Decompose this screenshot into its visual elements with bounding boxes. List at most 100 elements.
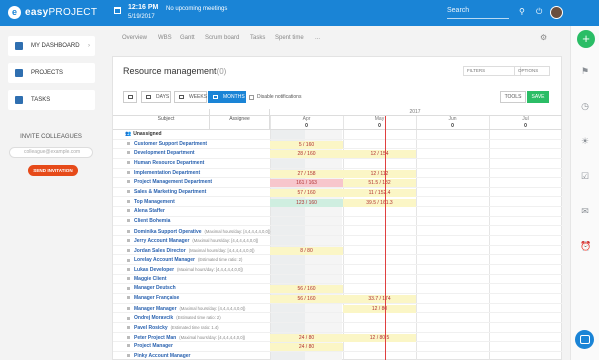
bullet-icon — [127, 161, 130, 165]
row-label: Human Resource Department — [134, 159, 205, 166]
subject-column-header[interactable]: Subject — [123, 109, 210, 129]
resource-name-link[interactable]: Manager Manager (Maximal hours/day: [4,4,… — [127, 304, 245, 314]
current-time: 12:16 PM — [128, 4, 159, 11]
row-label: Alena Staffer — [134, 208, 165, 215]
allocation-cell-apr[interactable]: 57 / 160 — [270, 188, 343, 197]
disable-notifications-toggle[interactable]: Disable notifications — [249, 94, 301, 100]
flag-icon[interactable]: ⚑ — [580, 66, 590, 76]
weeks-view-button[interactable]: WEEKS — [174, 91, 207, 103]
resource-name-link[interactable]: Jerry Account Manager (Maximal hours/day:… — [127, 236, 258, 246]
alarm-icon[interactable]: ⏰ — [580, 241, 591, 251]
allocation-cell-apr[interactable]: 5 / 160 — [270, 140, 343, 149]
tools-button[interactable]: TOOLS — [500, 91, 526, 103]
sidebar-item-label: PROJECTS — [31, 70, 64, 76]
table-row: Maggie Client — [113, 275, 562, 285]
bullet-icon — [127, 296, 130, 300]
allocation-cell-may[interactable]: 12 / 80 — [343, 304, 416, 313]
save-button[interactable]: SAVE — [527, 91, 549, 103]
resource-name-link[interactable]: Sales & Marketing Department — [127, 188, 206, 197]
row-label: Lorelay Account Manager — [134, 257, 195, 264]
resource-name-link[interactable]: Alena Staffer — [127, 207, 165, 216]
table-row: Pavel Rosicky (Estimated time ratio: 1.4) — [113, 323, 562, 333]
tab-overview[interactable]: Overview — [122, 35, 147, 41]
bullet-icon — [127, 219, 130, 223]
resource-name-link[interactable]: Jordan Sales Director (Maximal hours/day:… — [127, 246, 255, 256]
resource-name-link[interactable]: Dominika Support Operative (Maximal hours… — [127, 227, 270, 237]
app-logo[interactable]: e easyPROJECT — [8, 6, 97, 19]
allocation-cell-may[interactable]: 51.5 / 182 — [343, 179, 416, 188]
table-row: Development Department 28 / 160 12 / 154 — [113, 149, 562, 159]
resource-name-link[interactable]: Peter Project Man (Maximal hours/day: [4,… — [127, 333, 245, 343]
logo-mark: e — [8, 6, 21, 19]
tab-more[interactable]: ... — [315, 35, 320, 41]
allocation-cell-apr[interactable]: 56 / 160 — [270, 295, 343, 304]
resource-name-link[interactable]: Manager Française — [127, 294, 179, 303]
tab-gantt[interactable]: Gantt — [180, 35, 195, 41]
days-view-button[interactable]: DAYS — [141, 91, 171, 103]
row-label: Ondrej Moravcik — [134, 315, 174, 322]
tab-spent-time[interactable]: Spent time — [275, 35, 304, 41]
allocation-cell-apr[interactable]: 28 / 160 — [270, 150, 343, 159]
allocation-cell-apr[interactable]: 161 / 163 — [270, 179, 343, 188]
bullet-icon — [127, 286, 130, 290]
add-button[interactable]: + — [577, 30, 595, 48]
filters-dropdown[interactable]: FILTERS — [463, 66, 521, 76]
invite-email-field[interactable]: colleague@example.com — [9, 147, 93, 158]
upcoming-meetings[interactable]: No upcoming meetings — [166, 6, 227, 12]
allocation-cell-may[interactable]: 39.5 / 161.3 — [343, 198, 416, 207]
resource-name-link[interactable]: Client Bohemia — [127, 217, 170, 226]
resource-name-link[interactable]: Lukas Developer (Maximal hours/day: [4,4,… — [127, 265, 243, 275]
send-invitation-button[interactable]: SEND INVITATION — [28, 165, 78, 176]
gear-icon[interactable]: ⚙ — [540, 33, 547, 42]
allocation-cell-apr[interactable]: 56 / 160 — [270, 285, 343, 294]
calendar-picker-button[interactable] — [123, 91, 137, 103]
row-label: Manager Deutsch — [134, 285, 176, 292]
power-icon[interactable]: ⏻ — [536, 8, 542, 16]
current-date: 5/19/2017 — [128, 14, 155, 20]
resource-name-link[interactable]: Human Resource Department — [127, 159, 204, 168]
allocation-cell-may[interactable]: 33.7 / 174 — [343, 295, 416, 304]
resource-name-link[interactable]: Top Management — [127, 198, 175, 207]
resource-name-link[interactable]: Ondrej Moravcik (Estimated time ratio: 2) — [127, 313, 221, 323]
allocation-cell-may[interactable]: 12 / 112 — [343, 169, 416, 178]
months-view-button[interactable]: MONTHS — [208, 91, 246, 103]
bullet-icon — [127, 268, 130, 272]
allocation-cell-may[interactable]: 12 / 154 — [343, 150, 416, 159]
tab-wbs[interactable]: WBS — [158, 35, 172, 41]
checklist-icon[interactable]: ☑ — [580, 171, 590, 181]
resource-name-link[interactable]: Lorelay Account Manager (Estimated time r… — [127, 255, 242, 265]
assignee-column-header[interactable]: Assignee — [210, 109, 270, 129]
tab-tasks[interactable]: Tasks — [250, 35, 265, 41]
chat-bubble-icon[interactable]: ✉ — [580, 206, 590, 216]
resource-name-link[interactable]: Project Manager — [127, 342, 173, 351]
sidebar-item-tasks[interactable]: TASKS — [8, 90, 95, 110]
bulb-icon[interactable]: ☀ — [580, 136, 590, 146]
allocation-cell-apr[interactable]: 8 / 80 — [270, 246, 343, 255]
resource-name-link[interactable]: Development Department — [127, 149, 195, 158]
resource-name-link[interactable]: Implementation Department — [127, 169, 200, 178]
sidebar-item-my-dashboard[interactable]: MY DASHBOARD › — [8, 36, 95, 56]
resource-name-link[interactable]: Manager Deutsch — [127, 284, 176, 293]
sidebar-item-projects[interactable]: PROJECTS — [8, 63, 95, 83]
search-icon[interactable]: ⚲ — [519, 8, 525, 16]
row-label: Pinky Account Manager — [134, 352, 191, 359]
tab-scrum-board[interactable]: Scrum board — [205, 35, 239, 41]
allocation-cell-may[interactable]: 12 / 80.5 — [343, 333, 416, 342]
checkbox[interactable] — [249, 94, 254, 100]
resource-name-link[interactable]: Project Management Department — [127, 178, 212, 187]
allocation-cell-apr[interactable]: 24 / 80 — [270, 343, 343, 352]
resource-name-link[interactable]: Pinky Account Manager — [127, 352, 191, 360]
resource-name-link[interactable]: Maggie Client — [127, 275, 167, 284]
options-dropdown[interactable]: OPTIONS — [514, 66, 550, 76]
calendar-icon[interactable] — [114, 7, 121, 14]
clock-icon[interactable]: ◷ — [580, 101, 590, 111]
avatar[interactable] — [550, 6, 563, 19]
allocation-cell-apr[interactable]: 27 / 158 — [270, 169, 343, 178]
resource-name-link[interactable]: Pavel Rosicky (Estimated time ratio: 1.4) — [127, 323, 219, 333]
search-input[interactable]: Search — [447, 6, 509, 19]
resource-name-link[interactable]: Customer Support Department — [127, 140, 207, 149]
live-chat-button[interactable] — [575, 330, 594, 349]
allocation-cell-apr[interactable]: 123 / 160 — [270, 198, 343, 207]
allocation-cell-apr[interactable]: 24 / 80 — [270, 333, 343, 342]
allocation-cell-may[interactable]: 11 / 152.4 — [343, 188, 416, 197]
